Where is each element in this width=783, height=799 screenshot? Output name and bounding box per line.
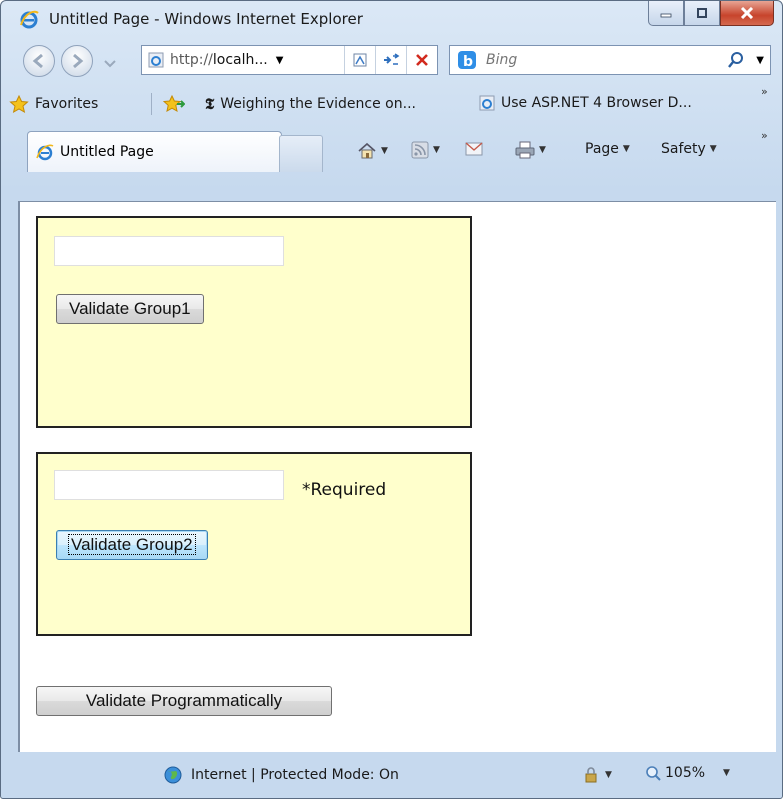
tab-untitled-page[interactable]: Untitled Page xyxy=(27,131,282,172)
title-bar: Untitled Page - Windows Internet Explore… xyxy=(1,1,782,39)
validation-group1-panel: Validate Group1 xyxy=(36,216,472,428)
zoom-magnifier-icon xyxy=(646,766,661,781)
favorites-bar: Favorites 𝕿 Weighing the Evidence on... … xyxy=(1,83,782,123)
read-mail-button[interactable] xyxy=(465,141,483,157)
search-icon[interactable] xyxy=(726,50,746,70)
caption-buttons xyxy=(648,1,774,26)
required-validator-message: *Required xyxy=(302,480,387,500)
address-bar[interactable]: http://localh... ▼ xyxy=(141,45,438,75)
security-zone-label: Internet | Protected Mode: On xyxy=(191,767,399,783)
address-scheme: http:// xyxy=(170,52,213,68)
recent-pages-dropdown[interactable] xyxy=(99,55,121,68)
favorites-label: Favorites xyxy=(35,96,99,112)
globe-icon xyxy=(164,766,182,784)
home-icon xyxy=(358,142,376,159)
stop-button[interactable] xyxy=(406,46,437,74)
minimize-button[interactable] xyxy=(648,1,684,26)
add-favorite-icon xyxy=(163,95,185,112)
refresh-icon xyxy=(384,53,400,65)
search-input[interactable] xyxy=(484,51,708,69)
safety-menu-button[interactable]: Safety ▼ xyxy=(661,141,717,157)
page-menu-button[interactable]: Page ▼ xyxy=(585,141,630,157)
back-button[interactable] xyxy=(23,45,55,77)
validation-group2-panel: *Required Validate Group2 xyxy=(36,452,472,636)
feeds-button[interactable]: ▼ xyxy=(411,141,440,159)
feeds-dropdown-chevron-icon[interactable]: ▼ xyxy=(433,145,440,155)
restore-icon xyxy=(697,8,707,18)
ie-page-icon xyxy=(479,95,495,111)
favorite-link-2[interactable]: Use ASP.NET 4 Browser D... xyxy=(479,95,692,111)
rss-feed-icon xyxy=(411,141,429,159)
zoom-control[interactable]: 105% ▼ xyxy=(645,765,730,781)
ie-page-icon xyxy=(36,144,54,161)
favorite-link-2-label: Use ASP.NET 4 Browser D... xyxy=(501,95,692,111)
validate-group1-label: Validate Group1 xyxy=(69,299,191,318)
svg-text:b: b xyxy=(463,54,473,70)
nyt-icon: 𝕿 xyxy=(205,95,215,113)
favorites-star-icon xyxy=(9,95,29,113)
bing-logo-icon: b xyxy=(458,51,476,70)
back-arrow-icon xyxy=(32,53,43,69)
search-box[interactable]: b ▼ xyxy=(449,45,771,75)
favorite-link-1-label: Weighing the Evidence on... xyxy=(220,96,416,112)
security-dropdown-chevron-icon: ▼ xyxy=(605,770,612,780)
page-icon xyxy=(148,52,164,68)
minimize-icon xyxy=(660,13,672,18)
close-icon xyxy=(740,7,754,19)
group2-textbox[interactable] xyxy=(54,470,284,500)
security-zone[interactable]: Internet | Protected Mode: On xyxy=(163,765,399,785)
print-dropdown-chevron-icon[interactable]: ▼ xyxy=(539,145,546,155)
refresh-button[interactable] xyxy=(375,46,406,74)
validate-group2-button[interactable]: Validate Group2 xyxy=(56,530,208,560)
favorites-button[interactable]: Favorites xyxy=(9,95,98,113)
restore-button[interactable] xyxy=(684,1,720,26)
add-to-favorites-bar-button[interactable] xyxy=(163,95,185,113)
validate-group1-button[interactable]: Validate Group1 xyxy=(56,294,204,324)
zoom-level: 105% xyxy=(665,765,706,781)
address-dropdown-chevron-icon[interactable]: ▼ xyxy=(276,55,284,66)
compatibility-view-icon xyxy=(353,53,367,67)
zoom-dropdown-chevron-icon[interactable]: ▼ xyxy=(723,768,730,778)
print-button[interactable]: ▼ xyxy=(515,141,546,159)
mail-icon xyxy=(465,142,483,156)
window-title: Untitled Page - Windows Internet Explore… xyxy=(49,10,363,28)
search-options-chevron-icon[interactable]: ▼ xyxy=(756,55,764,66)
close-button[interactable] xyxy=(720,1,774,26)
forward-arrow-icon xyxy=(73,53,84,69)
chevron-down-icon xyxy=(104,60,116,68)
safety-menu-chevron-icon: ▼ xyxy=(709,144,717,154)
home-dropdown-chevron-icon[interactable]: ▼ xyxy=(381,146,388,156)
ie-logo-icon xyxy=(20,10,39,29)
tab-row: Untitled Page ▼ ▼ ▼ Page ▼ Safety ▼ » xyxy=(1,123,782,199)
favorites-divider xyxy=(151,93,152,115)
validate-group2-label: Validate Group2 xyxy=(68,534,196,555)
compatibility-view-button[interactable] xyxy=(344,46,375,74)
forward-button[interactable] xyxy=(61,45,93,77)
validate-programmatically-button[interactable]: Validate Programmatically xyxy=(36,686,332,716)
group1-textbox[interactable] xyxy=(54,236,284,266)
new-tab-button[interactable] xyxy=(279,135,323,172)
address-url[interactable]: http://localh... xyxy=(170,52,268,68)
page-menu-label: Page xyxy=(585,141,619,157)
validate-programmatically-label: Validate Programmatically xyxy=(85,691,283,710)
address-host: localh... xyxy=(212,52,268,68)
lock-icon xyxy=(585,767,597,783)
safety-menu-label: Safety xyxy=(661,141,706,157)
printer-icon xyxy=(515,141,535,159)
status-bar: Internet | Protected Mode: On ▼ 105% ▼ xyxy=(1,753,782,798)
stop-x-icon xyxy=(416,54,428,66)
home-button[interactable]: ▼ xyxy=(357,141,388,161)
favorite-link-1[interactable]: 𝕿 Weighing the Evidence on... xyxy=(205,95,416,113)
tab-label: Untitled Page xyxy=(60,144,154,160)
navigation-bar: http://localh... ▼ b ▼ xyxy=(1,39,782,83)
page-content: Validate Group1 *Required Validate Group… xyxy=(18,201,776,752)
command-bar-overflow-chevron[interactable]: » xyxy=(761,129,768,142)
security-report-button[interactable]: ▼ xyxy=(583,767,612,783)
favorites-overflow-chevron[interactable]: » xyxy=(761,85,768,98)
page-menu-chevron-icon: ▼ xyxy=(622,144,630,154)
browser-window: Untitled Page - Windows Internet Explore… xyxy=(0,0,783,799)
